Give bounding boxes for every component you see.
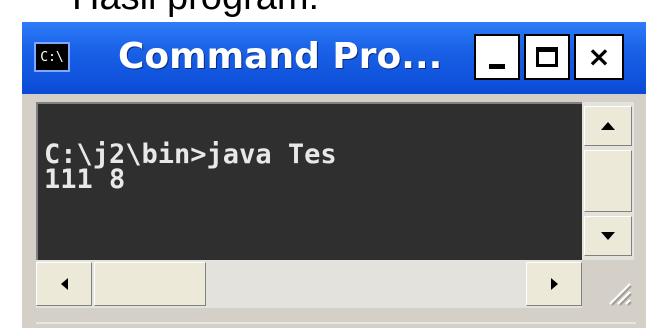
- minimize-button[interactable]: [474, 34, 520, 80]
- window-title: Command Pro...: [118, 36, 443, 77]
- resize-grip[interactable]: [582, 260, 634, 308]
- close-icon: ×: [587, 40, 611, 73]
- minimize-icon: [489, 63, 505, 69]
- vertical-scrollbar[interactable]: [582, 102, 634, 260]
- horizontal-scroll-thumb[interactable]: [94, 262, 206, 306]
- arrow-down-icon: [601, 232, 615, 240]
- scroll-up-button[interactable]: [584, 106, 632, 146]
- close-button[interactable]: ×: [574, 34, 624, 80]
- scroll-down-button[interactable]: [584, 216, 632, 256]
- window-bottom-edge: [36, 322, 636, 324]
- scroll-right-button[interactable]: [526, 262, 582, 306]
- title-bar[interactable]: C:\ Command Pro... ×: [22, 22, 646, 94]
- resize-grip-icon: [609, 283, 632, 306]
- caption-text: Hasil program:: [72, 0, 319, 16]
- cmd-icon[interactable]: C:\: [34, 42, 70, 72]
- arrow-right-icon: [550, 278, 558, 290]
- maximize-button[interactable]: [524, 34, 570, 80]
- console-line: 111 8: [44, 164, 126, 195]
- arrow-left-icon: [60, 278, 68, 290]
- command-prompt-window: C:\ Command Pro... × C:\j2\bin>java Tes …: [22, 22, 646, 328]
- console-output[interactable]: C:\j2\bin>java Tes 111 8: [36, 102, 582, 260]
- vertical-scroll-thumb[interactable]: [584, 150, 632, 212]
- maximize-icon: [536, 47, 558, 67]
- scroll-left-button[interactable]: [36, 262, 92, 306]
- arrow-up-icon: [601, 122, 615, 130]
- horizontal-scrollbar[interactable]: [36, 260, 582, 308]
